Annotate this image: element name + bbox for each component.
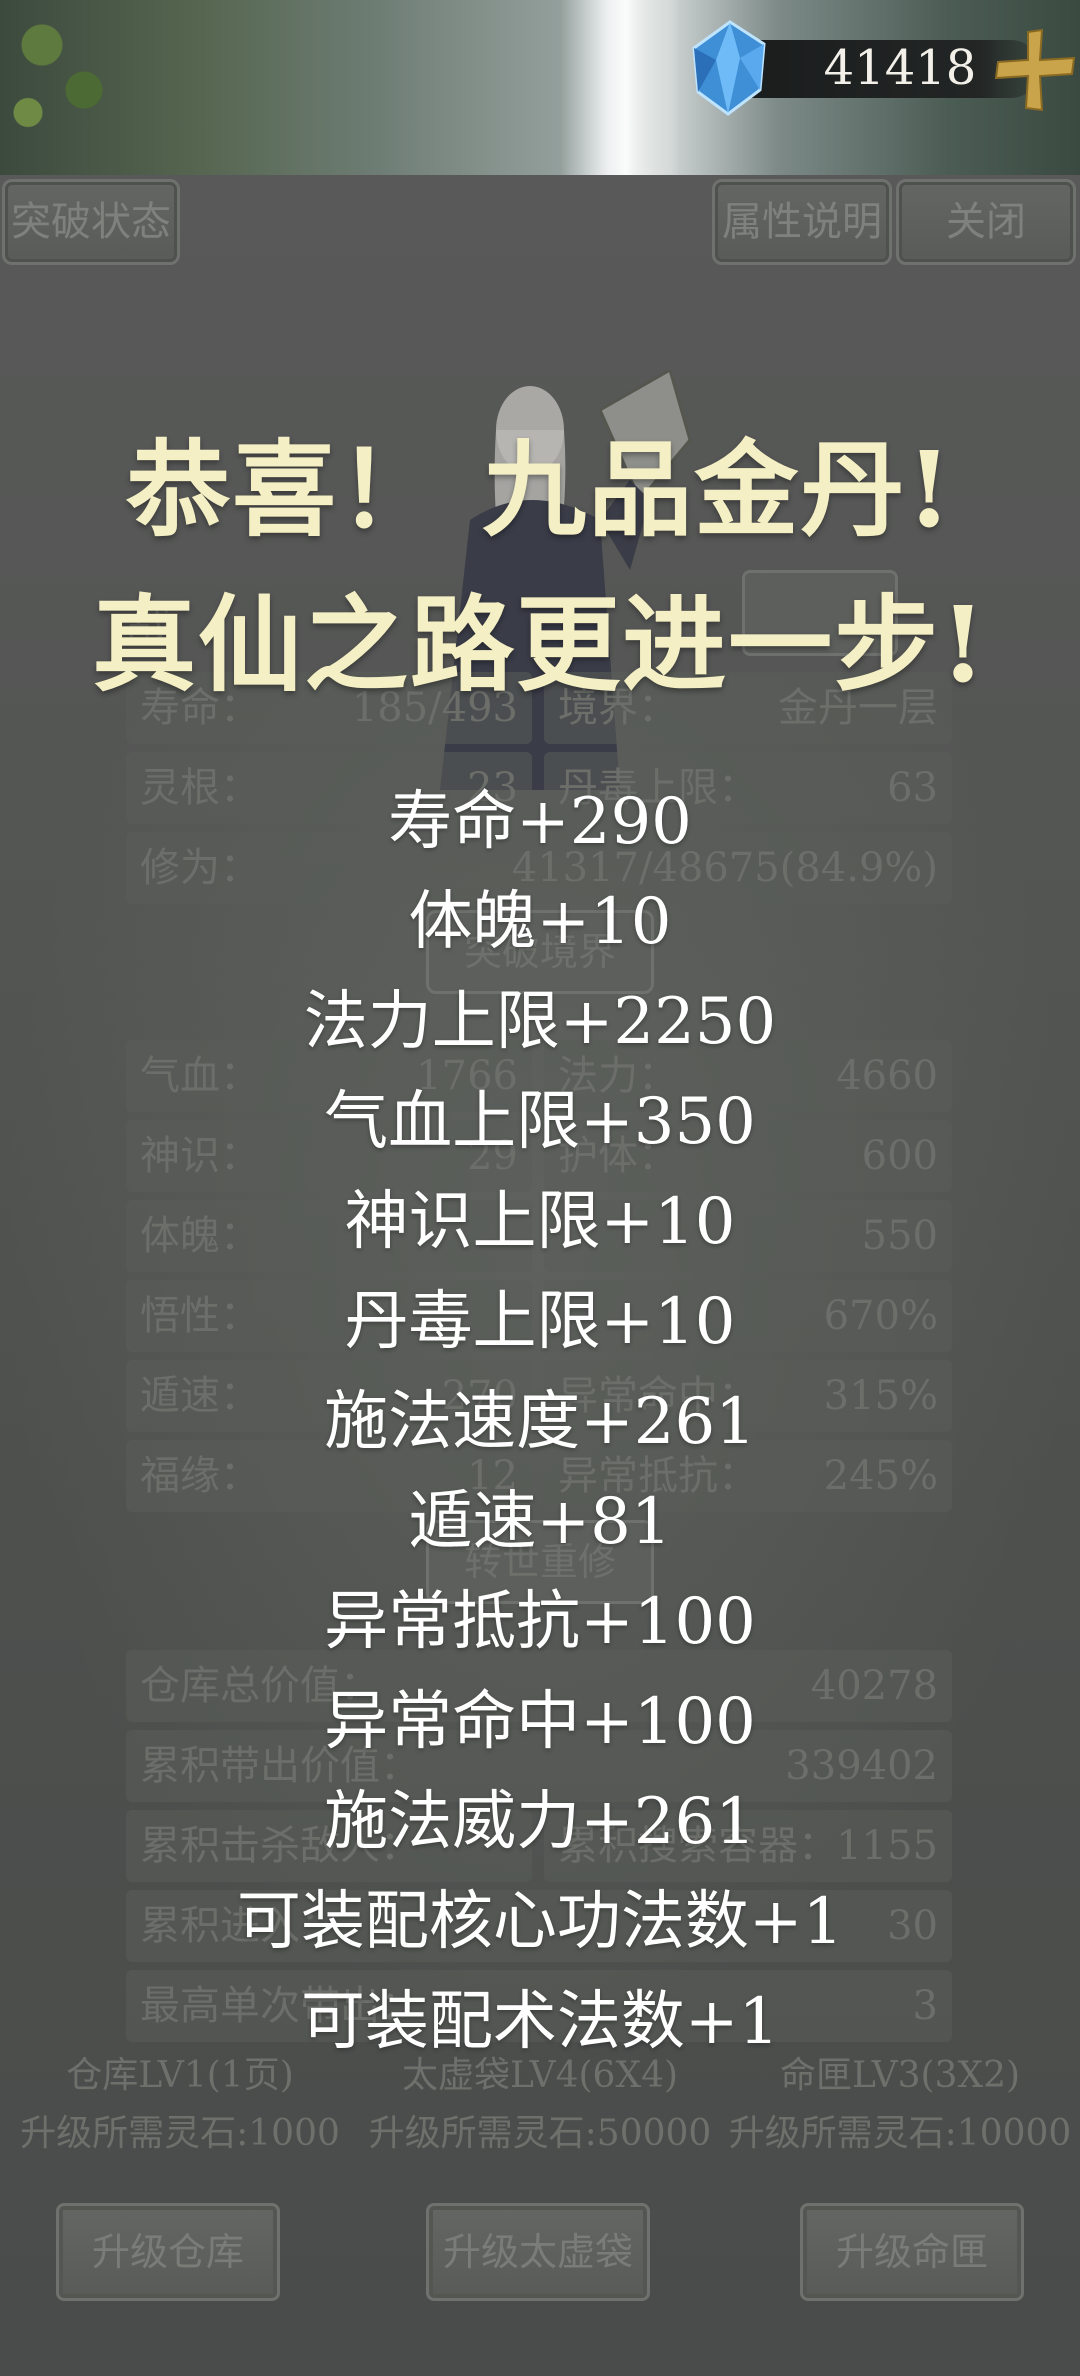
currency-bar: 41418 [680, 18, 1080, 118]
gain-item: 神识上限+10 [344, 1185, 736, 1259]
gain-item: 遁速+81 [408, 1485, 672, 1559]
gain-item: 法力上限+2250 [303, 985, 777, 1059]
leaves-decoration [0, 0, 140, 150]
blue-crystal-icon [692, 20, 766, 116]
gain-item: 可装配核心功法数+1 [236, 1885, 844, 1959]
overlay-title-line1: 恭喜！ 九品金丹! [126, 428, 954, 551]
currency-amount: 41418 [823, 40, 977, 96]
gain-item: 施法速度+261 [324, 1385, 756, 1459]
gain-item: 体魄+10 [408, 885, 672, 959]
gain-item: 异常命中+100 [324, 1685, 756, 1759]
overlay-title-line2: 真仙之路更进一步! [92, 583, 988, 706]
gain-item: 寿命+290 [388, 785, 692, 859]
gain-item: 异常抵抗+100 [324, 1585, 756, 1659]
gold-plus-icon[interactable] [990, 24, 1080, 114]
gain-item: 施法威力+261 [324, 1785, 756, 1859]
scenery-banner: 41418 [0, 0, 1080, 175]
gain-item: 气血上限+350 [324, 1085, 756, 1159]
gain-item: 丹毒上限+10 [344, 1285, 736, 1359]
breakthrough-overlay[interactable]: 恭喜！ 九品金丹! 真仙之路更进一步! 寿命+290 体魄+10 法力上限+22… [0, 175, 1080, 2376]
gain-item: 可装配术法数+1 [300, 1985, 780, 2059]
waterfall-decoration [560, 0, 680, 175]
